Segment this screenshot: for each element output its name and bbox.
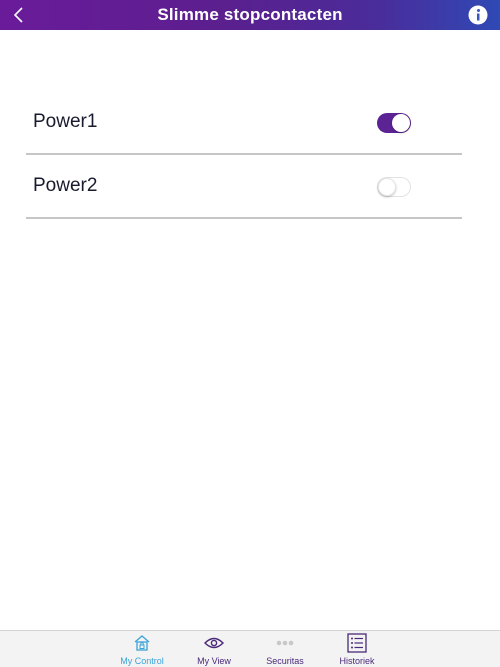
header-bar: Slimme stopcontacten <box>0 0 500 30</box>
app-screen: Slimme stopcontacten Power1 Power2 My Co… <box>0 0 500 667</box>
info-icon <box>468 5 488 25</box>
bottom-tab-bar: My Control My View Securitas Historiek <box>0 630 500 667</box>
tab-my-view[interactable]: My View <box>178 633 250 667</box>
eye-icon <box>204 633 224 653</box>
power1-toggle[interactable] <box>377 113 411 133</box>
page-title: Slimme stopcontacten <box>157 5 343 24</box>
tab-historiek[interactable]: Historiek <box>321 633 393 667</box>
home-lock-icon <box>132 633 152 653</box>
tab-my-control[interactable]: My Control <box>106 633 178 667</box>
chevron-left-icon <box>13 7 23 23</box>
power2-toggle[interactable] <box>377 177 411 197</box>
toggle-knob <box>378 178 396 196</box>
switch-label: Power2 <box>33 175 98 196</box>
switch-label: Power1 <box>33 111 98 132</box>
tab-label: My View <box>197 656 231 666</box>
tab-label: Historiek <box>339 656 375 666</box>
switch-list: Power1 Power2 <box>26 91 462 219</box>
tab-label: My Control <box>120 656 164 666</box>
tab-label: Securitas <box>266 656 304 666</box>
tab-securitas[interactable]: Securitas <box>249 633 321 667</box>
toggle-knob <box>392 114 410 132</box>
dots-icon <box>275 633 295 653</box>
back-button[interactable] <box>8 4 30 26</box>
switch-row-power2: Power2 <box>26 155 462 219</box>
info-button[interactable] <box>468 5 488 25</box>
switch-row-power1: Power1 <box>26 91 462 155</box>
list-icon <box>347 633 367 653</box>
